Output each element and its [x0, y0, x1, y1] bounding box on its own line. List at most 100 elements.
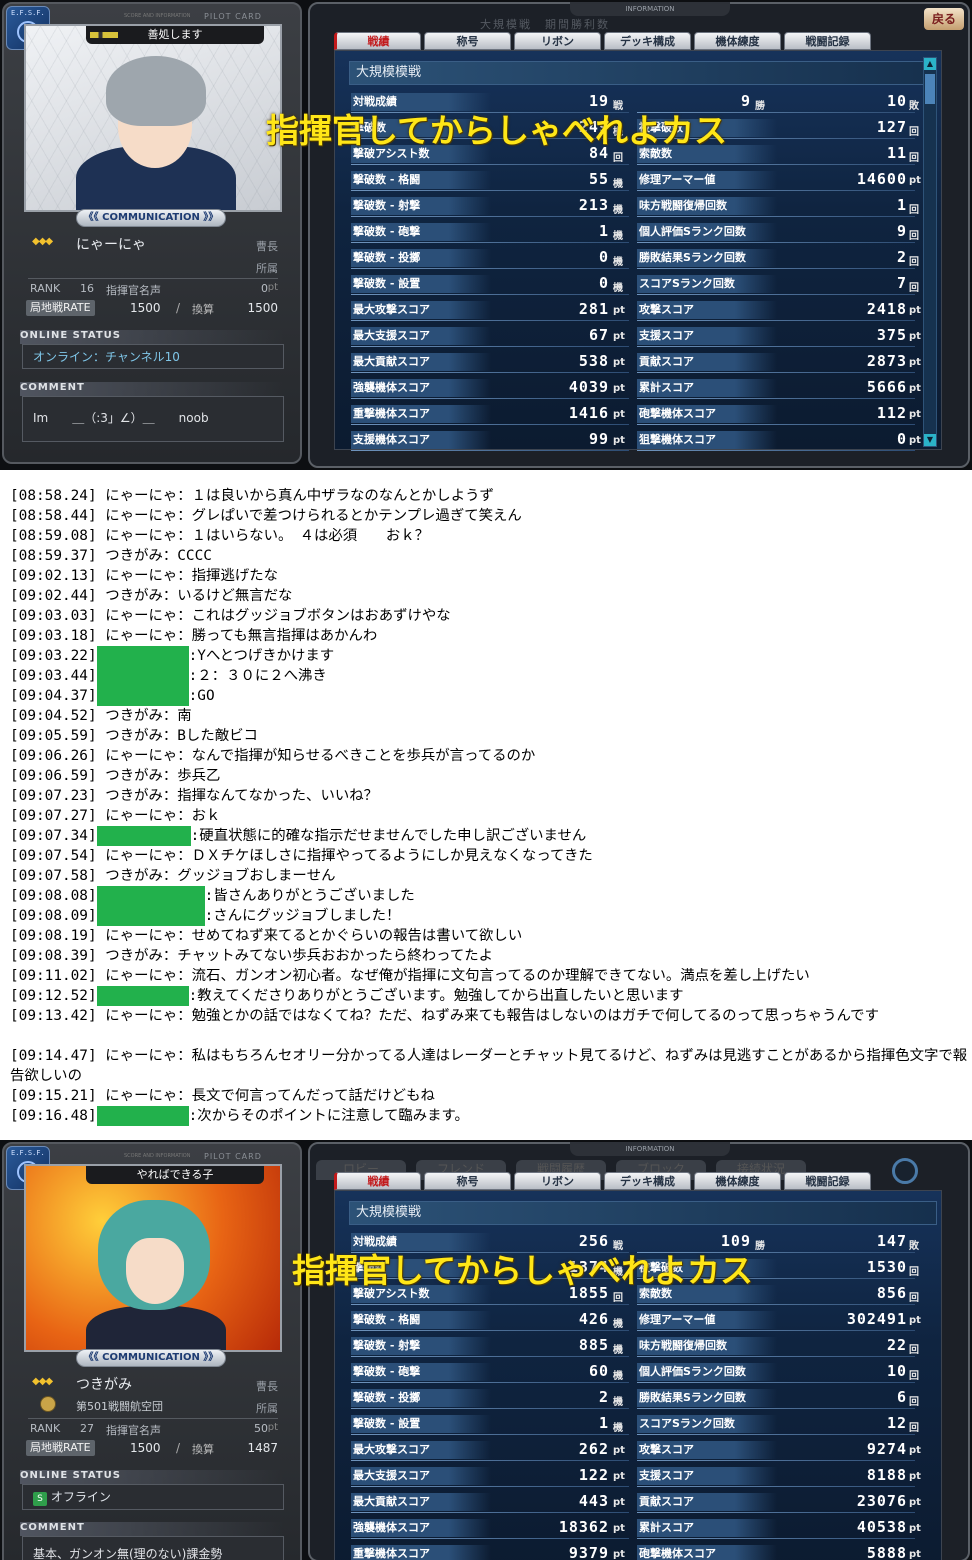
chat-line: [09:08.09]:さんにグッジョブしました！ — [10, 906, 968, 926]
rank-title: 曹長 — [256, 240, 278, 253]
rank-value: 16 — [80, 282, 94, 295]
redacted-name — [96, 686, 189, 706]
chat-speaker: にゃーにゃ — [96, 848, 178, 864]
chat-message: ：せめてねず来てるとかぐらいの報告は書いて欲しい — [177, 928, 523, 944]
chat-message: ：これはグッジョブボタンはおあずけやな — [177, 608, 451, 624]
chat-timestamp: [09:14.47] — [10, 1048, 97, 1064]
chat-timestamp: [09:02.44] — [10, 588, 97, 604]
communication-button[interactable]: 《《 COMMUNICATION 》》 — [76, 1349, 226, 1367]
stat-unit-2: 回 — [909, 1371, 919, 1382]
stat-value-2: 22 — [886, 1336, 907, 1354]
info-subtitle: 大規模戦 期間勝利数 — [480, 18, 610, 31]
chat-line: [09:11.02] にゃーにゃ：流石、ガンオン初心者。なぜ俺が指揮に文句言って… — [10, 966, 968, 986]
tab-1[interactable]: 称号 — [424, 1172, 511, 1190]
chat-line: [09:14.47] にゃーにゃ：私はもちろんセオリー分かってる人達はレーダーと… — [10, 1046, 968, 1086]
chat-message: ：グッジョブおしまーせん — [162, 868, 336, 884]
stat-unit-2: 敗 — [909, 1241, 919, 1252]
chat-line: [09:04.52] つきがみ：南 — [10, 706, 968, 726]
stat-label-2: 砲撃機体スコア — [637, 405, 777, 423]
chat-message: :Yへとつげきかけます — [188, 648, 335, 664]
stat-label-2: 個人評価Sランク回数 — [637, 223, 777, 241]
chat-timestamp: [09:03.18] — [10, 628, 97, 644]
chat-line: [09:03.18] にゃーにゃ：勝っても無言指揮はあかんわ — [10, 626, 968, 646]
tab-3[interactable]: デッキ構成 — [604, 32, 691, 50]
brand-label: E.F.S.F. — [11, 9, 45, 17]
stat-value: 9379 — [568, 1544, 609, 1560]
tab-0[interactable]: 戦績 — [334, 32, 421, 50]
chat-speaker: つきがみ — [96, 708, 163, 724]
stat-unit: 機 — [613, 283, 623, 294]
stat-unit: pt — [613, 383, 625, 394]
chat-line: [09:07.34]:硬直状態に的確な指示だせませんでした申し訳ございません — [10, 826, 968, 846]
stat-label: 最大支援スコア — [351, 1467, 491, 1485]
stat-unit-2: 回 — [909, 283, 919, 294]
chat-timestamp: [08:58.24] — [10, 488, 97, 504]
chat-speaker: つきがみ — [96, 548, 163, 564]
pilot-info: ◆◆◆ にゃーにゃ 曹長 所属 RANK 16 指揮官名声 0 pt 局地戦RA… — [24, 230, 282, 320]
stat-value-2: 7 — [896, 274, 907, 292]
stat-unit: 機 — [613, 205, 623, 216]
tab-5[interactable]: 戦闘記録 — [784, 32, 871, 50]
chat-line: [08:59.37] つきがみ：CCCC — [10, 546, 968, 566]
stat-value-2: 10 — [886, 1362, 907, 1380]
stat-value: 0 — [598, 248, 609, 266]
stat-unit-2: pt — [909, 1549, 921, 1560]
stat-label-2: 勝敗結果Sランク回数 — [637, 249, 777, 267]
offline-status-icon: S — [33, 1492, 47, 1506]
stat-unit-2: 回 — [909, 1267, 919, 1278]
card-subtitle: SCORE AND INFORMATION — [124, 13, 191, 19]
stat-value: 1 — [598, 1414, 609, 1432]
scrollbar[interactable]: ▲ ▼ — [923, 57, 937, 447]
chat-message: ：南 — [162, 708, 192, 724]
pilot-card: E.F.S.F. SCORE AND INFORMATION PILOT CAR… — [2, 2, 302, 464]
stat-label: 撃破数 - 設置 — [351, 1415, 491, 1433]
chat-message: ：ＤＸチケほしさに指揮やってるようにしか見えなくなってきた — [177, 848, 593, 864]
info-title: INFORMATION — [570, 2, 730, 16]
chat-line: [08:58.44] にゃーにゃ：グレぱいで差つけられるとかテンプレ過ぎて笑えん — [10, 506, 968, 526]
corps-emblem-icon — [40, 1396, 56, 1412]
chat-speaker: にゃーにゃ — [96, 1048, 178, 1064]
rank-row: RANK 27 指揮官名声 50 pt — [30, 1422, 278, 1437]
stat-value: 67 — [588, 326, 609, 344]
stat-unit: pt — [613, 409, 625, 420]
stat-label-2: 砲撃機体スコア — [637, 1545, 777, 1560]
back-button[interactable]: 戻る — [924, 8, 964, 30]
tab-4[interactable]: 機体練度 — [694, 32, 781, 50]
stat-unit: pt — [613, 331, 625, 342]
scroll-down-icon[interactable]: ▼ — [924, 434, 936, 446]
scroll-thumb[interactable] — [925, 74, 935, 104]
chat-line: [08:58.24] にゃーにゃ：１は良いから真ん中ザラなのなんとかしようず — [10, 486, 968, 506]
tab-2[interactable]: リボン — [514, 1172, 601, 1190]
chat-message: ：CCCC — [162, 548, 212, 564]
tab-2[interactable]: リボン — [514, 32, 601, 50]
rank-row: RANK 16 指揮官名声 0 pt — [30, 282, 278, 297]
stat-unit-2: pt — [909, 305, 921, 316]
search-icon[interactable] — [892, 1158, 918, 1184]
tab-3[interactable]: デッキ構成 — [604, 1172, 691, 1190]
rate-row: 局地戦RATE 1500 / 換算 1500 — [26, 300, 280, 316]
scroll-up-icon[interactable]: ▲ — [924, 58, 936, 70]
tab-0[interactable]: 戦績 — [334, 1172, 421, 1190]
redacted-name — [96, 826, 191, 846]
stat-label: 撃破数 - 格闘 — [351, 171, 491, 189]
online-status-header: ONLINE STATUS — [20, 330, 284, 344]
stat-row: 撃破数 - 設置 1 機 スコアSランク回数 12 回 — [351, 1413, 921, 1435]
overlay-caption: 指揮官してからしゃべれよカス — [266, 111, 728, 150]
stat-unit-2: 回 — [909, 153, 919, 164]
communication-button[interactable]: 《《 COMMUNICATION 》》 — [76, 209, 226, 227]
stat-unit-2: 回 — [909, 1397, 919, 1408]
stat-label: 撃破数 - 砲撃 — [351, 1363, 491, 1381]
stat-label-2: 狙撃機体スコア — [637, 431, 777, 449]
chat-timestamp: [09:04.37] — [10, 688, 97, 704]
chat-line: [09:06.59] つきがみ：歩兵乙 — [10, 766, 968, 786]
tab-5[interactable]: 戦闘記録 — [784, 1172, 871, 1190]
pilot-name: にゃーにゃ — [76, 237, 146, 253]
stat-unit: 機 — [613, 1319, 623, 1330]
chat-timestamp: [09:06.59] — [10, 768, 97, 784]
chat-line: [09:03.03] にゃーにゃ：これはグッジョブボタンはおあずけやな — [10, 606, 968, 626]
stat-label: 撃破数 - 射撃 — [351, 197, 491, 215]
tab-4[interactable]: 機体練度 — [694, 1172, 781, 1190]
tab-1[interactable]: 称号 — [424, 32, 511, 50]
stat-unit-2: 回 — [909, 1345, 919, 1356]
rate-label: 局地戦RATE — [26, 300, 95, 316]
